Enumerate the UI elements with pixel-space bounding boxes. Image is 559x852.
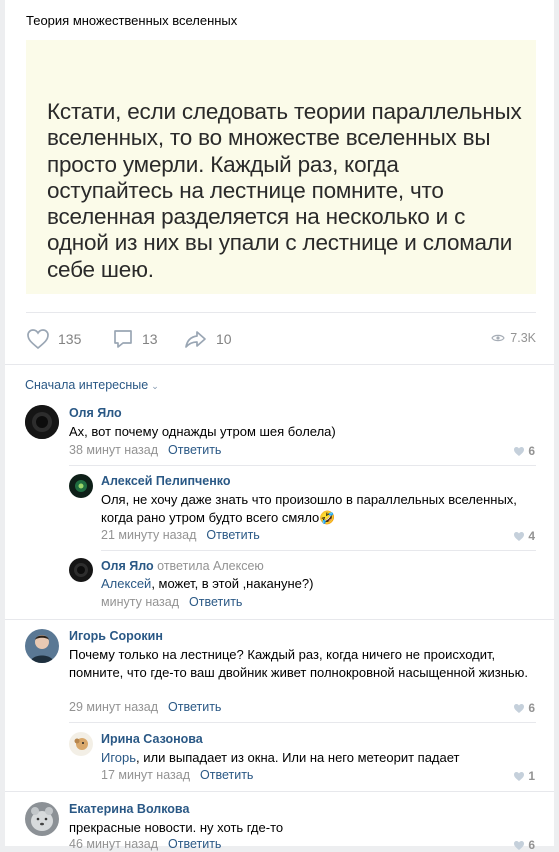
reply-to-label[interactable]: ответила Алексею	[157, 559, 264, 573]
comment-time[interactable]: 21 минуту назад	[101, 528, 196, 542]
views-counter: 7.3K	[491, 331, 536, 345]
divider	[5, 619, 554, 620]
small-heart-icon	[514, 840, 525, 850]
comment-author-name[interactable]: Оля Яло	[101, 559, 154, 573]
comment-text: Почему только на лестнице? Каждый раз, к…	[69, 647, 529, 680]
small-heart-icon	[514, 771, 525, 781]
mention-link[interactable]: Алексей	[101, 576, 151, 591]
comment-text-body: , может, в этой ,накануне?)	[151, 576, 314, 591]
small-heart-icon	[514, 446, 525, 456]
comment-meta: минуту назад Ответить	[101, 595, 242, 609]
share-count: 10	[216, 331, 232, 347]
reply-button[interactable]: Ответить	[168, 700, 221, 714]
comment-meta: 21 минуту назад Ответить	[101, 528, 260, 542]
comments-sort-label: Сначала интересные	[25, 378, 149, 392]
comment-like-count: 4	[528, 529, 535, 543]
divider	[69, 465, 536, 466]
comment-author: Оля Яло ответила Алексею	[101, 559, 264, 573]
views-count: 7.3K	[510, 331, 536, 345]
comment-author[interactable]: Ирина Сазонова	[101, 732, 203, 746]
heart-icon	[27, 329, 49, 350]
avatar[interactable]	[25, 802, 59, 836]
share-button[interactable]: 10	[184, 328, 232, 350]
comment-like[interactable]: 6	[513, 444, 535, 458]
chevron-down-icon: ⌄	[151, 381, 159, 391]
comment-icon	[114, 330, 132, 348]
comment-author[interactable]: Алексей Пелипченко	[101, 474, 231, 488]
comment-meta: 17 минут назад Ответить	[101, 768, 253, 782]
reply-button[interactable]: Ответить	[189, 595, 242, 609]
comment-text-body: , или выпадает из окна. Или на него мете…	[136, 750, 460, 765]
comment-meta: 29 минут назад Ответить	[69, 700, 221, 714]
avatar[interactable]	[25, 405, 59, 439]
post-card: Теория множественных вселенных Кстати, е…	[5, 0, 554, 852]
small-heart-icon	[514, 703, 525, 713]
divider	[101, 550, 536, 551]
small-heart-icon	[514, 531, 525, 541]
post-actions: 135 13 10 7.3K	[26, 328, 536, 352]
comment-meta: 38 минут назад Ответить	[69, 443, 221, 457]
comment-like-count: 6	[528, 838, 535, 852]
comment-author[interactable]: Оля Яло	[69, 406, 122, 420]
quote-image[interactable]: Кстати, если следовать теории параллельн…	[26, 40, 536, 294]
share-icon	[185, 331, 206, 348]
comment-like[interactable]: 1	[513, 769, 535, 783]
reply-button[interactable]: Ответить	[200, 768, 253, 782]
comment-author[interactable]: Екатерина Волкова	[69, 802, 189, 816]
comment-meta: 46 минут назад Ответить	[69, 837, 221, 851]
avatar[interactable]	[69, 474, 93, 498]
divider	[26, 312, 536, 313]
comment-author[interactable]: Игорь Сорокин	[69, 629, 163, 643]
reply-button[interactable]: Ответить	[168, 443, 221, 457]
divider	[5, 364, 554, 365]
comment-text: Алексей, может, в этой ,накануне?)	[101, 575, 541, 593]
comment-time[interactable]: 38 минут назад	[69, 443, 158, 457]
like-count: 135	[58, 331, 82, 347]
emoji-icon: 🤣	[319, 509, 336, 525]
comment-like[interactable]: 4	[513, 529, 535, 543]
comment-text: Оля, не хочу даже знать что произошло в …	[101, 491, 541, 526]
comment-like[interactable]: 6	[513, 838, 535, 852]
divider	[5, 791, 554, 792]
reply-button[interactable]: Ответить	[206, 528, 259, 542]
divider	[69, 722, 536, 723]
comment-time[interactable]: 17 минут назад	[101, 768, 190, 782]
comment-count: 13	[142, 331, 158, 347]
comment-text-body: Оля, не хочу даже знать что произошло в …	[101, 492, 517, 525]
like-button[interactable]: 135	[26, 328, 81, 350]
comment-text: Игорь, или выпадает из окна. Или на него…	[101, 749, 541, 767]
comment-text: Ах, вот почему однажды утром шея болела)	[69, 424, 336, 439]
avatar[interactable]	[25, 629, 59, 663]
mention-link[interactable]: Игорь	[101, 750, 136, 765]
comments-sort[interactable]: Сначала интересные ⌄	[25, 378, 159, 392]
avatar[interactable]	[69, 558, 93, 582]
comment-like-count: 6	[528, 701, 535, 715]
quote-text: Кстати, если следовать теории параллельн…	[47, 99, 522, 282]
comment-like-count: 6	[528, 444, 535, 458]
eye-icon	[491, 334, 505, 342]
comment-like[interactable]: 6	[513, 701, 535, 715]
comment-time[interactable]: 29 минут назад	[69, 700, 158, 714]
avatar[interactable]	[69, 732, 93, 756]
reply-button[interactable]: Ответить	[168, 837, 221, 851]
comment-like-count: 1	[528, 769, 535, 783]
comment-time[interactable]: минуту назад	[101, 595, 179, 609]
comment-text: прекрасные новости. ну хоть где-то	[69, 820, 284, 835]
comment-button[interactable]: 13	[112, 328, 158, 350]
post-title: Теория множественных вселенных	[26, 13, 238, 28]
comment-time[interactable]: 46 минут назад	[69, 837, 158, 851]
